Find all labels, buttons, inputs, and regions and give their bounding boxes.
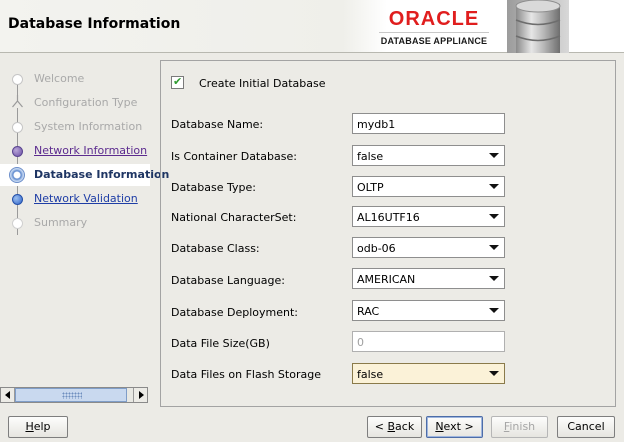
step-current-icon	[9, 167, 25, 183]
dropdown-arrow-icon	[489, 184, 499, 189]
step-label: System Information	[34, 120, 143, 133]
database-deployment-select[interactable]: RAC	[352, 300, 505, 321]
back-button[interactable]: < Back	[367, 416, 422, 438]
field-value: false	[357, 150, 384, 163]
grip-icon	[62, 392, 82, 399]
oracle-logo: ORACLE DATABASE APPLIANCE	[375, 8, 493, 46]
wizard-steps-nav: Welcome Configuration Type System Inform…	[0, 60, 169, 387]
database-type-select[interactable]: OLTP	[352, 176, 505, 197]
field-value: AL16UTF16	[357, 211, 420, 224]
data-files-flash-storage-select[interactable]: false	[352, 363, 505, 384]
finish-button: Finish	[491, 416, 548, 438]
data-file-size-input: 0	[352, 331, 505, 352]
database-deployment-label: Database Deployment:	[171, 306, 298, 319]
field-value: RAC	[357, 305, 380, 318]
create-initial-database-checkbox[interactable]: ✔	[171, 75, 184, 89]
help-button[interactable]: Help	[8, 416, 68, 438]
nav-horizontal-scrollbar[interactable]	[0, 387, 148, 403]
step-label: Welcome	[34, 72, 85, 85]
database-name-input[interactable]: mydb1	[352, 113, 505, 134]
button-label: elp	[33, 420, 51, 433]
step-summary: Summary	[0, 212, 150, 234]
oracle-wordmark: ORACLE	[388, 8, 480, 30]
dropdown-arrow-icon	[489, 276, 499, 281]
step-system-information: System Information	[0, 116, 150, 138]
dropdown-arrow-icon	[489, 371, 499, 376]
checkmark-icon: ✔	[173, 75, 183, 88]
field-value: false	[357, 368, 384, 381]
scroll-left-button[interactable]	[1, 388, 15, 402]
database-type-label: Database Type:	[171, 181, 256, 194]
step-welcome: Welcome	[0, 68, 150, 90]
national-characterset-label: National CharacterSet:	[171, 211, 297, 224]
step-label: Database Information	[34, 168, 170, 181]
step-branch-icon	[11, 95, 24, 108]
button-label: ack	[395, 420, 415, 433]
create-initial-database-label: Create Initial Database	[199, 77, 326, 90]
header-banner: Database Information ORACLE DATABASE APP…	[0, 0, 624, 53]
cancel-button[interactable]: Cancel	[557, 416, 615, 438]
step-network-validation[interactable]: Network Validation	[0, 188, 150, 210]
database-cylinder-icon	[507, 0, 569, 53]
mnemonic: B	[387, 420, 396, 433]
step-link[interactable]: Network Validation	[34, 192, 138, 205]
field-value: odb-06	[357, 242, 396, 255]
step-link[interactable]: Network Information	[34, 144, 147, 157]
step-database-information: Database Information	[0, 164, 169, 186]
field-value: OLTP	[357, 181, 384, 194]
logo-divider	[379, 32, 489, 33]
database-name-label: Database Name:	[171, 118, 264, 131]
step-label: Summary	[34, 216, 88, 229]
page-title: Database Information	[8, 16, 181, 32]
step-done-icon	[12, 74, 23, 85]
national-characterset-select[interactable]: AL16UTF16	[352, 206, 505, 227]
database-class-label: Database Class:	[171, 242, 260, 255]
step-visited-icon	[12, 146, 23, 157]
arrow-right-icon	[139, 391, 144, 399]
step-configuration-type: Configuration Type	[0, 92, 150, 114]
field-value: AMERICAN	[357, 273, 416, 286]
arrow-left-icon	[5, 391, 10, 399]
next-button[interactable]: Next >	[426, 416, 483, 438]
dropdown-arrow-icon	[489, 245, 499, 250]
database-class-select[interactable]: odb-06	[352, 237, 505, 258]
step-network-information[interactable]: Network Information	[0, 140, 150, 162]
step-done-icon	[12, 122, 23, 133]
is-container-database-label: Is Container Database:	[171, 150, 297, 163]
dropdown-arrow-icon	[489, 153, 499, 158]
step-pending-icon	[12, 218, 23, 229]
mnemonic: H	[25, 420, 34, 433]
dropdown-arrow-icon	[489, 214, 499, 219]
database-info-panel: ✔ Create Initial Database Database Name:…	[160, 60, 616, 407]
dropdown-arrow-icon	[489, 308, 499, 313]
product-name: DATABASE APPLIANCE	[380, 36, 488, 46]
field-value: 0	[357, 336, 364, 349]
scroll-thumb[interactable]	[15, 388, 127, 402]
field-value: mydb1	[357, 118, 396, 131]
scroll-right-button[interactable]	[133, 388, 147, 402]
step-next-icon	[12, 194, 23, 205]
is-container-database-select[interactable]: false	[352, 145, 505, 166]
data-file-size-label: Data File Size(GB)	[171, 337, 270, 350]
button-label: inish	[509, 420, 536, 433]
database-language-label: Database Language:	[171, 274, 285, 287]
button-label: ext >	[443, 420, 474, 433]
mnemonic: N	[435, 420, 444, 433]
database-language-select[interactable]: AMERICAN	[352, 268, 505, 289]
button-prefix: <	[374, 420, 388, 433]
step-label: Configuration Type	[34, 96, 138, 109]
data-files-flash-storage-label: Data Files on Flash Storage	[171, 368, 321, 381]
